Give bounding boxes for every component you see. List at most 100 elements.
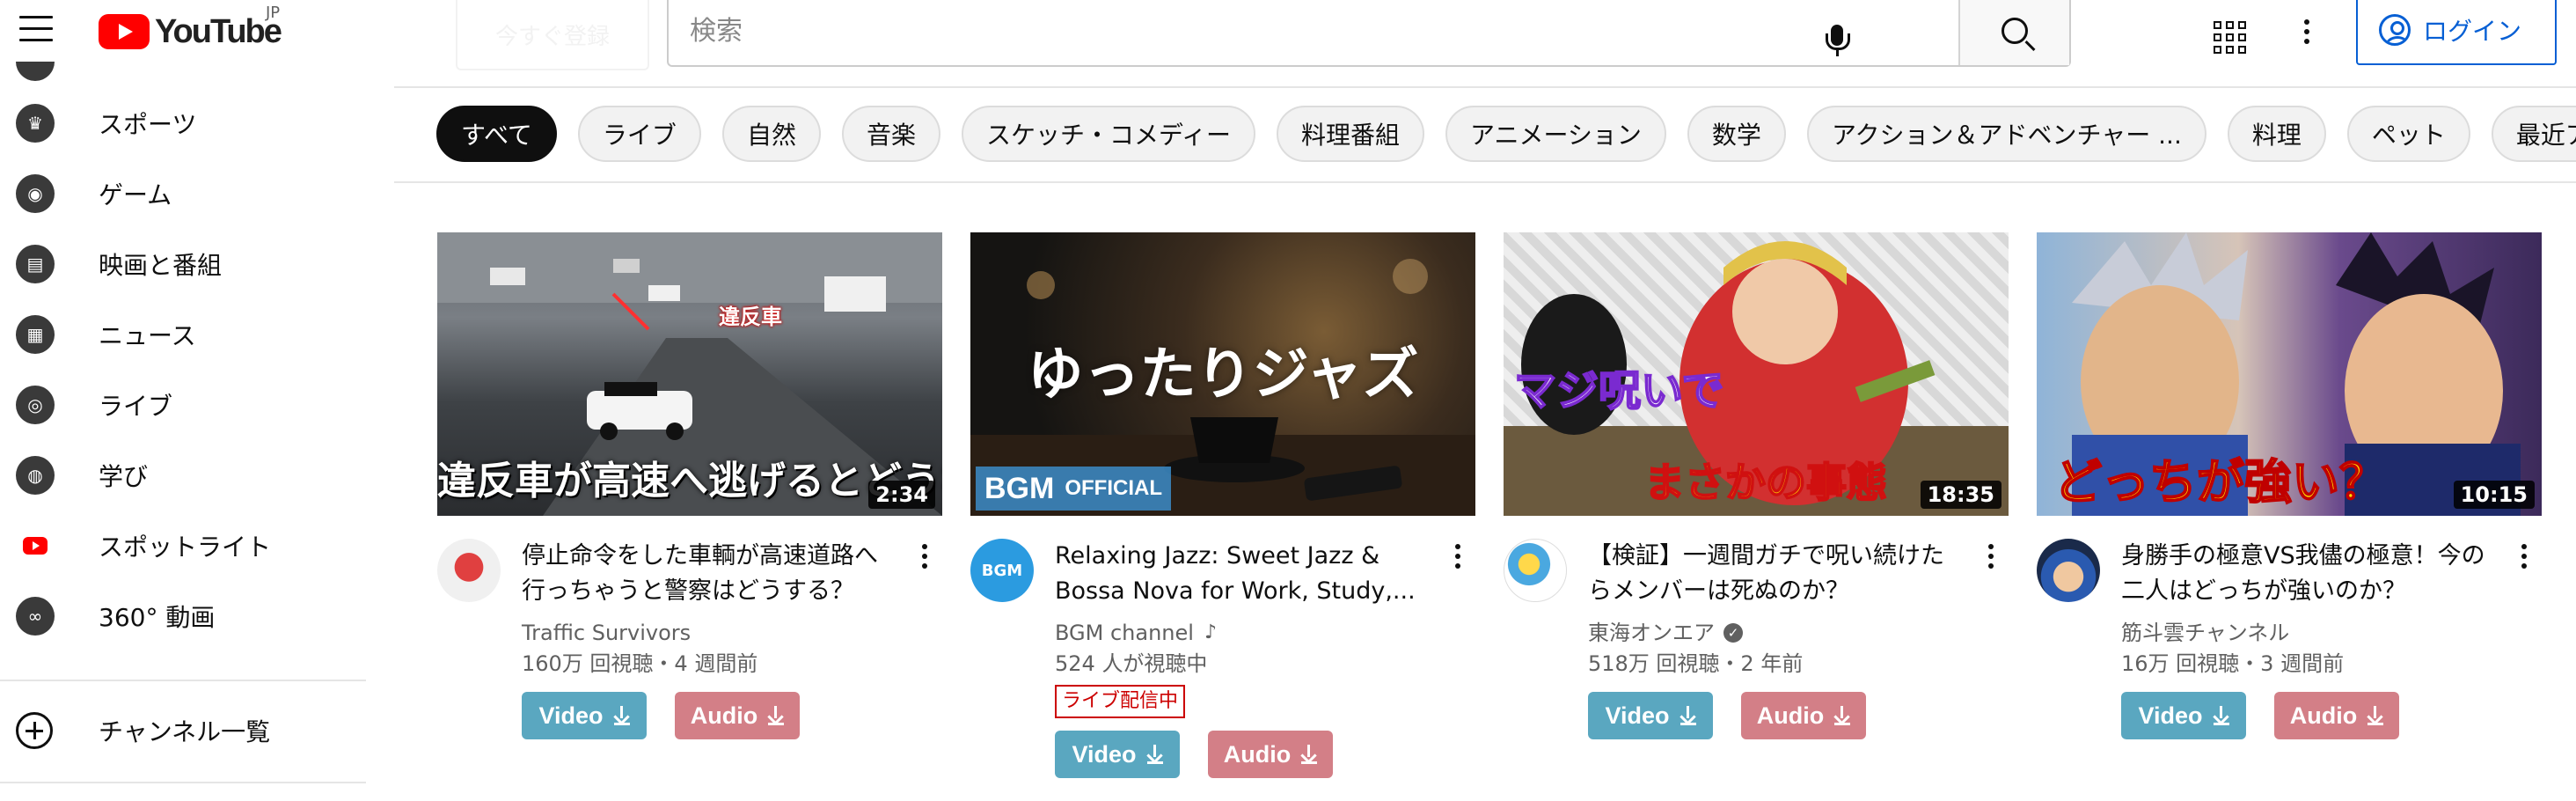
video-title[interactable]: 身勝手の極意VS我儘の極意！今の二人はどっちが強いのか？ xyxy=(2121,539,2499,609)
channel-name-row[interactable]: BGM channel ♪ xyxy=(1055,618,1433,648)
audio-download-button[interactable]: Audio xyxy=(2274,692,2399,739)
video-stats: 160万 回視聴・4 週間前 xyxy=(522,651,758,676)
partial-sidebar-icon xyxy=(16,62,55,81)
chip-action-adventure[interactable]: アクション＆アドベンチャー ... xyxy=(1806,106,2206,162)
sidebar-item-gaming[interactable]: ◉ ゲーム xyxy=(0,158,394,229)
thumbnail-caption: 違反車が高速へ逃げるとどうなる？ xyxy=(437,459,942,503)
voice-search-button[interactable] xyxy=(1812,11,1862,60)
video-download-button[interactable]: Video xyxy=(522,692,647,739)
sidebar-item-live[interactable]: ◎ ライブ xyxy=(0,370,394,440)
thumbnail-official: OFFICIAL xyxy=(1065,476,1162,500)
video-title[interactable]: 停止命令をした車輌が高速道路へ行っちゃうと警察はどうする？ xyxy=(522,539,900,609)
chip-math[interactable]: 数学 xyxy=(1687,106,1786,162)
video-duration: 10:15 xyxy=(2453,481,2535,509)
sidebar-item-label: スポーツ xyxy=(99,110,197,139)
sidebar-item-label: ライブ xyxy=(99,392,173,421)
video-info: Relaxing Jazz: Sweet Jazz & Bossa Nova f… xyxy=(1055,539,1475,778)
chip-pets[interactable]: ペット xyxy=(2346,106,2470,162)
sidebar-item-movies[interactable]: ▤ 映画と番組 xyxy=(0,229,394,299)
sidebar-item-learning[interactable]: ◍ 学び xyxy=(0,440,394,511)
download-buttons: Video Audio xyxy=(522,692,900,739)
channel-name[interactable]: 筋斗雲チャンネル xyxy=(2121,618,2499,648)
trophy-icon: ♛ xyxy=(16,104,55,143)
video-thumbnail[interactable]: ゆったりジャズ BGM OFFICIAL xyxy=(970,232,1475,516)
video-title[interactable]: 【検証】一週間ガチで呪い続けたらメンバーは死ぬのか？ xyxy=(1588,539,1966,609)
download-icon xyxy=(1834,706,1851,725)
sidebar-item-360-video[interactable]: ∞ 360° 動画 xyxy=(0,581,394,651)
vr-360-icon: ∞ xyxy=(16,597,55,636)
channel-avatar[interactable] xyxy=(437,539,501,602)
sidebar-item-sports[interactable]: ♛ スポーツ xyxy=(0,88,394,158)
sidebar-item-browse-channels[interactable]: チャンネル一覧 xyxy=(16,704,270,757)
download-icon xyxy=(2213,706,2229,725)
video-download-button[interactable]: Video xyxy=(2121,692,2246,739)
masthead-left: YouTube JP xyxy=(0,0,394,63)
chip-all[interactable]: すべて xyxy=(436,106,557,162)
audio-download-button[interactable]: Audio xyxy=(1208,731,1333,778)
search-input[interactable] xyxy=(669,0,1958,65)
youtube-play-icon xyxy=(99,14,150,49)
sidebar-item-label: チャンネル一覧 xyxy=(99,717,271,746)
video-thumbnail[interactable]: マジ呪いで まさかの事態 18:35 xyxy=(1504,232,2009,516)
video-menu-icon[interactable] xyxy=(907,535,942,577)
sidebar-item-label: ゲーム xyxy=(99,180,172,209)
chip-nature[interactable]: 自然 xyxy=(721,106,821,162)
avatar-brand: BGM xyxy=(981,561,1023,580)
channel-name-row[interactable]: 東海オンエア ✓ xyxy=(1588,618,1966,648)
film-icon: ▤ xyxy=(16,245,55,283)
audio-download-button[interactable]: Audio xyxy=(1741,692,1866,739)
video-menu-icon[interactable] xyxy=(2506,535,2542,577)
chip-live[interactable]: ライブ xyxy=(577,106,701,162)
logo-text: YouTube xyxy=(155,12,282,50)
channel-avatar[interactable]: BGM xyxy=(970,539,1034,602)
chip-cooking-show[interactable]: 料理番組 xyxy=(1277,106,1425,162)
video-thumbnail[interactable]: 違反車 違反車が高速へ逃げるとどうなる？ 2:34 xyxy=(437,232,942,516)
search-button[interactable] xyxy=(1958,0,2069,65)
download-icon xyxy=(768,706,785,725)
channel-name[interactable]: Traffic Survivors xyxy=(522,618,900,648)
video-info: 身勝手の極意VS我儘の極意！今の二人はどっちが強いのか？ 筋斗雲チャンネル 16… xyxy=(2121,539,2542,739)
video-thumbnail[interactable]: どっちが強い？ 10:15 xyxy=(2037,232,2542,516)
thumbnail-caption-top: マジ呪いで xyxy=(1513,365,1725,416)
filter-chips: すべて ライブ 自然 音楽 スケッチ・コメディー 料理番組 アニメーション 数学… xyxy=(436,106,2576,162)
chip-recently-uploaded[interactable]: 最近アップロー xyxy=(2491,106,2576,162)
video-grid: 違反車 違反車が高速へ逃げるとどうなる？ 2:34 停止命令をした車輌が高速道路… xyxy=(437,232,2542,778)
video-download-button[interactable]: Video xyxy=(1588,692,1713,739)
sidebar-item-label: スポットライト xyxy=(99,533,272,562)
channel-avatar[interactable] xyxy=(2037,539,2100,602)
audio-download-label: Audio xyxy=(690,702,758,729)
login-button[interactable]: ログイン xyxy=(2356,0,2557,65)
channel-name: 東海オンエア xyxy=(1588,621,1715,645)
sidebar-item-label: ニュース xyxy=(99,321,196,350)
chip-music[interactable]: 音楽 xyxy=(841,106,940,162)
sidebar-item-label: 学び xyxy=(99,462,149,491)
chip-animation[interactable]: アニメーション xyxy=(1445,106,1666,162)
youtube-logo[interactable]: YouTube xyxy=(99,11,282,53)
chip-sketch-comedy[interactable]: スケッチ・コメディー xyxy=(961,106,1256,162)
download-icon xyxy=(2367,706,2384,725)
video-meta: 停止命令をした車輌が高速道路へ行っちゃうと警察はどうする？ Traffic Su… xyxy=(437,539,942,739)
music-note-icon: ♪ xyxy=(1204,621,1217,643)
youtube-spotlight-icon xyxy=(16,526,55,565)
sidebar-item-spotlight[interactable]: スポットライト xyxy=(0,511,394,581)
sidebar-divider xyxy=(0,680,366,681)
thumbnail-tag: 違反車 xyxy=(719,305,782,329)
video-card: ゆったりジャズ BGM OFFICIAL BGM Relaxing Jazz: … xyxy=(970,232,1475,778)
audio-download-label: Audio xyxy=(1756,702,1825,729)
apps-grid-icon[interactable] xyxy=(2205,14,2247,56)
settings-more-icon[interactable] xyxy=(2289,11,2324,53)
channel-avatar[interactable] xyxy=(1504,539,1567,602)
download-buttons: Video Audio xyxy=(2121,692,2499,739)
audio-download-button[interactable]: Audio xyxy=(675,692,800,739)
chip-cooking[interactable]: 料理 xyxy=(2227,106,2326,162)
sidebar-item-news[interactable]: ▦ ニュース xyxy=(0,299,394,370)
account-circle-icon xyxy=(2379,14,2411,46)
video-download-button[interactable]: Video xyxy=(1055,731,1180,778)
download-buttons: Video Audio xyxy=(1588,692,1966,739)
country-code: JP xyxy=(266,4,281,22)
video-card: どっちが強い？ 10:15 身勝手の極意VS我儘の極意！今の二人はどっちが強いの… xyxy=(2037,232,2542,778)
hamburger-menu-icon[interactable] xyxy=(19,16,53,44)
video-title[interactable]: Relaxing Jazz: Sweet Jazz & Bossa Nova f… xyxy=(1055,539,1433,609)
video-menu-icon[interactable] xyxy=(1440,535,1475,577)
video-menu-icon[interactable] xyxy=(1973,535,2009,577)
